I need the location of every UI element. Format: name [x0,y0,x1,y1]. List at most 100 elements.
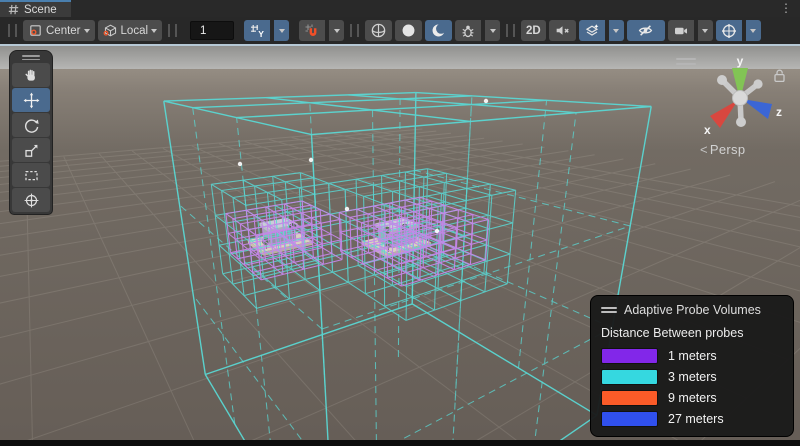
bottom-bar [0,440,800,446]
axis-z-label: z [776,105,782,119]
snap-increment-icon [304,23,320,39]
tab-label: Scene [24,4,57,16]
debug-bug-icon [460,23,476,39]
apv-legend-panel[interactable]: Adaptive Probe Volumes Distance Between … [590,295,794,437]
scene-tab-icon [8,4,19,15]
light-circle-icon [400,22,417,39]
chevron-down-icon [151,29,157,33]
shaded-sphere-icon [370,22,387,39]
effects-button[interactable] [579,20,605,41]
scale-tool-icon [23,142,40,159]
grid-snap-options[interactable] [274,20,289,41]
camera-settings-button[interactable] [668,20,694,41]
rect-tool-icon [23,167,40,184]
axis-center[interactable] [733,91,748,106]
drag-handle-icon[interactable] [12,53,50,62]
view-hand-tool[interactable] [12,63,50,87]
gizmos-icon [721,23,737,39]
gizmos-options[interactable] [746,20,761,41]
axis-y-label: y [737,56,744,68]
scene-viewport[interactable]: y x z <Persp Adaptive Probe Volumes Dist… [0,44,800,440]
moon-icon [430,22,447,39]
pivot-icon [28,23,43,38]
svg-text:Y: Y [258,29,264,39]
legend-label: 1 meters [668,349,717,363]
axis-x-label: x [704,123,711,137]
grid-snap-icon: Y [249,23,265,39]
projection-label: Persp [710,142,745,157]
swatch-9m [601,390,658,406]
draw-mode-button[interactable] [365,20,392,41]
legend-subtitle: Distance Between probes [601,326,783,340]
debug-filter-options[interactable] [485,20,500,41]
rotate-tool-icon [23,117,40,134]
grid-size-input[interactable] [190,21,234,40]
chevron-down-icon [702,29,708,33]
projection-toggle[interactable]: <Persp [700,142,796,157]
chevron-down-icon [750,29,756,33]
legend-row: 3 meters [601,369,783,385]
tab-bar: Scene ⋮ [0,0,800,17]
chevron-down-icon [490,29,496,33]
orientation-gizmo-overlay: y x z <Persp [674,50,796,157]
axis-x-cone[interactable] [710,100,738,128]
legend-label: 27 meters [668,412,724,426]
scene-toolbar: Center Local Y [0,17,800,44]
snap-increment-button[interactable] [299,20,325,41]
2d-toggle-button[interactable]: 2D [521,20,546,41]
audio-toggle-button[interactable] [549,20,576,41]
scene-lighting-button[interactable] [425,20,452,41]
orientation-label: Local [121,25,149,37]
visibility-icon [637,22,654,39]
light-toggle-button[interactable] [395,20,422,41]
drag-handle-icon[interactable] [676,58,696,68]
scale-tool[interactable] [12,138,50,162]
legend-label: 9 meters [668,391,717,405]
legend-row: 27 meters [601,411,783,427]
orientation-icon [103,23,118,38]
transform-tool-icon [23,192,40,209]
debug-filter-button[interactable] [455,20,481,41]
orientation-dropdown[interactable]: Local [98,20,163,41]
scene-visibility-button[interactable] [627,20,665,41]
chevron-down-icon [334,29,340,33]
rect-tool[interactable] [12,163,50,187]
effects-options[interactable] [609,20,624,41]
swatch-3m [601,369,658,385]
rotate-tool[interactable] [12,113,50,137]
move-tool-icon [23,92,40,109]
chevron-down-icon [84,29,90,33]
lock-icon[interactable] [773,68,786,83]
drag-handle-icon[interactable] [168,24,177,37]
overflow-menu-icon[interactable]: ⋮ [772,0,800,17]
pivot-dropdown[interactable]: Center [23,20,95,41]
drag-handle-icon[interactable] [601,305,617,314]
divider [506,24,515,37]
chevron-down-icon [613,29,619,33]
camera-settings-options[interactable] [698,20,713,41]
persp-arrow-icon: < [700,142,708,157]
move-tool[interactable] [12,88,50,112]
legend-label: 3 meters [668,370,717,384]
transform-tool[interactable] [12,188,50,212]
swatch-27m [601,411,658,427]
gizmos-button[interactable] [716,20,742,41]
legend-row: 1 meters [601,348,783,364]
grid-snap-toggle[interactable]: Y [244,20,270,41]
axis-gizmo[interactable]: y x z [696,56,784,140]
2d-label: 2D [526,25,541,37]
legend-row: 9 meters [601,390,783,406]
camera-settings-icon [673,23,689,39]
drag-handle-icon[interactable] [8,24,17,37]
tools-overlay [9,50,53,215]
snap-increment-options[interactable] [329,20,344,41]
legend-title: Adaptive Probe Volumes [624,303,761,317]
tab-scene[interactable]: Scene [0,0,71,17]
audio-mute-icon [554,22,571,39]
swatch-1m [601,348,658,364]
viewport-top-highlight [0,44,800,46]
effects-icon [584,23,600,39]
hand-tool-icon [23,67,40,84]
pivot-label: Center [46,25,81,37]
divider [350,24,359,37]
